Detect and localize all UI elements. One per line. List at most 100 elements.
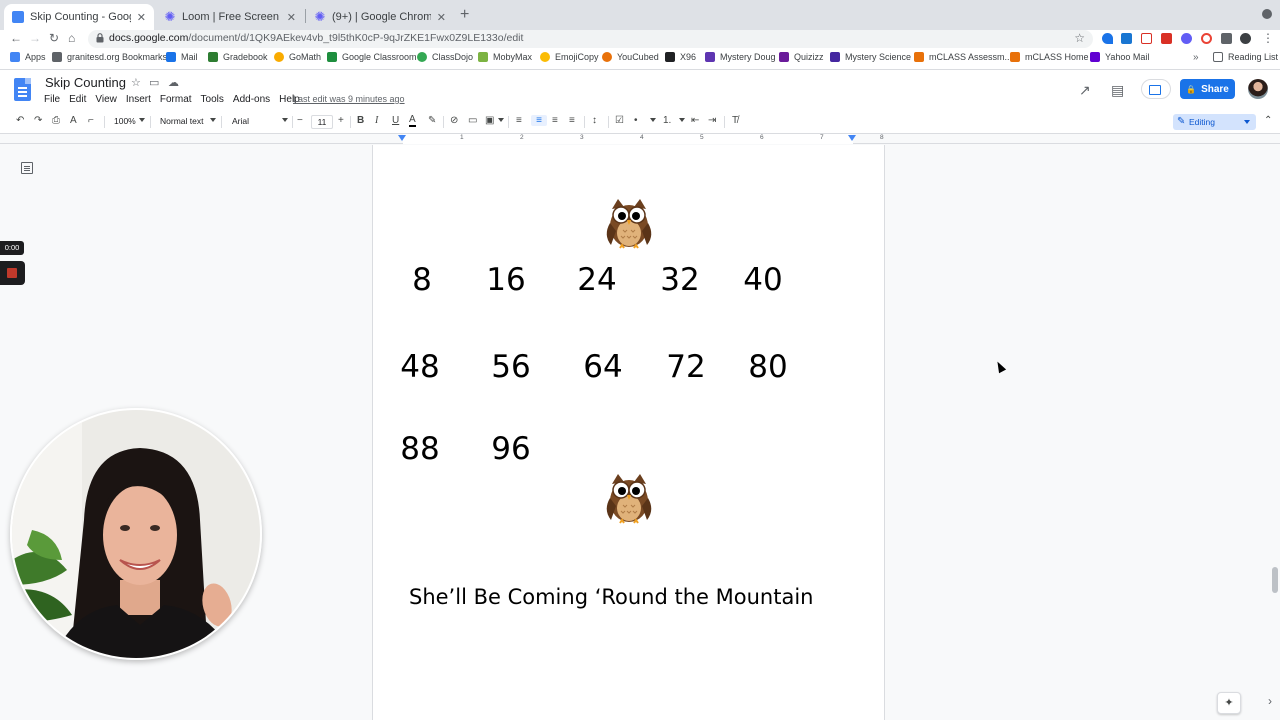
bookmark-mobymax[interactable]: MobyMax bbox=[478, 52, 532, 62]
bookmark-mystery-science[interactable]: Mystery Science bbox=[830, 52, 911, 62]
document-page[interactable]: 8 16 24 32 40 48 56 64 72 80 88 96 She’l… bbox=[373, 145, 884, 720]
bookmark-x96[interactable]: X96 bbox=[665, 52, 696, 62]
menu-view[interactable]: View bbox=[95, 94, 117, 105]
more-bookmarks-chevron-icon[interactable]: » bbox=[1193, 52, 1199, 63]
decrease-font-size-icon[interactable]: − bbox=[297, 115, 303, 126]
bookmark-yahoo-mail[interactable]: Yahoo Mail bbox=[1090, 52, 1149, 62]
collapse-menus-chevron-icon[interactable]: ⌃ bbox=[1264, 115, 1272, 126]
tab-search-icon[interactable] bbox=[1262, 9, 1272, 19]
omnibox[interactable]: docs.google.com/document/d/1QK9AEkev4vb_… bbox=[88, 30, 1093, 48]
bookmark-quizizz[interactable]: Quizizz bbox=[779, 52, 824, 62]
bookmark-star-icon[interactable]: ☆ bbox=[1074, 31, 1085, 45]
spellcheck-icon[interactable]: A bbox=[70, 115, 77, 126]
bookmark-apps[interactable]: Apps bbox=[10, 52, 46, 62]
undo-icon[interactable]: ↶ bbox=[16, 115, 24, 126]
highlight-color-icon[interactable]: ✎ bbox=[428, 115, 436, 126]
extension-screencast-icon[interactable] bbox=[1121, 33, 1132, 44]
forward-icon[interactable]: → bbox=[29, 31, 41, 45]
bookmark-mclass-home[interactable]: mCLASS Home bbox=[1010, 52, 1089, 62]
increase-font-size-icon[interactable]: + bbox=[338, 115, 344, 126]
left-indent-marker[interactable] bbox=[398, 135, 406, 141]
right-indent-marker[interactable] bbox=[848, 135, 856, 141]
decrease-indent-icon[interactable]: ⇤ bbox=[691, 115, 699, 126]
tab-chrome-loom[interactable]: ✺ (9+) | Google Chrome - Skip C ✕ bbox=[306, 4, 454, 30]
star-icon[interactable]: ☆ bbox=[131, 76, 141, 89]
align-center-icon[interactable]: ≡ bbox=[531, 115, 547, 126]
redo-icon[interactable]: ↷ bbox=[34, 115, 42, 126]
close-tab-icon[interactable]: ✕ bbox=[287, 11, 296, 24]
underline-icon[interactable]: U bbox=[392, 115, 399, 126]
back-icon[interactable]: ← bbox=[10, 31, 22, 45]
extension-red-icon[interactable] bbox=[1161, 33, 1172, 44]
close-tab-icon[interactable]: ✕ bbox=[437, 11, 446, 24]
menu-tools[interactable]: Tools bbox=[201, 94, 224, 105]
stop-recording-button[interactable] bbox=[0, 261, 25, 285]
home-icon[interactable]: ⌂ bbox=[68, 31, 75, 45]
font-size-input[interactable]: 11 bbox=[311, 115, 333, 129]
numbered-list-icon[interactable]: 1. bbox=[663, 115, 671, 126]
font-select[interactable]: Arial bbox=[232, 116, 249, 126]
menu-format[interactable]: Format bbox=[160, 94, 192, 105]
comments-icon[interactable]: ▤ bbox=[1111, 82, 1124, 99]
bookmark-google-classroom[interactable]: Google Classroom bbox=[327, 52, 417, 62]
italic-icon[interactable]: I bbox=[375, 115, 378, 126]
side-panel-chevron-icon[interactable]: › bbox=[1268, 694, 1272, 708]
account-avatar[interactable] bbox=[1248, 79, 1268, 99]
paragraph-style-select[interactable]: Normal text bbox=[160, 116, 203, 126]
extension-screenshot-icon[interactable] bbox=[1201, 33, 1212, 44]
new-tab-icon[interactable]: + bbox=[460, 6, 469, 24]
editing-mode-select[interactable]: Editing bbox=[1173, 114, 1256, 130]
bookmark-mail[interactable]: Mail bbox=[166, 52, 198, 62]
clear-formatting-icon[interactable]: T̸ bbox=[732, 115, 738, 126]
insert-link-icon[interactable]: ⊘ bbox=[450, 115, 458, 126]
bold-icon[interactable]: B bbox=[357, 115, 364, 126]
bookmark-youcubed[interactable]: YouCubed bbox=[602, 52, 659, 62]
menu-edit[interactable]: Edit bbox=[69, 94, 86, 105]
bulleted-list-icon[interactable]: • bbox=[634, 115, 638, 126]
cloud-saved-icon[interactable]: ☁ bbox=[168, 76, 179, 89]
menu-add-ons[interactable]: Add-ons bbox=[233, 94, 270, 105]
bookmark-gomath[interactable]: GoMath bbox=[274, 52, 321, 62]
bookmark-mclass-assessment[interactable]: mCLASS Assessm... bbox=[914, 52, 1012, 62]
move-folder-icon[interactable]: ▭ bbox=[149, 76, 159, 89]
bookmark-classdojo[interactable]: ClassDojo bbox=[417, 52, 473, 62]
activity-trend-icon[interactable]: ↗ bbox=[1079, 82, 1091, 99]
document-title[interactable]: Skip Counting bbox=[45, 75, 126, 90]
print-icon[interactable]: ⎙ bbox=[52, 115, 60, 126]
increase-indent-icon[interactable]: ⇥ bbox=[708, 115, 716, 126]
checklist-icon[interactable]: ☑ bbox=[615, 115, 624, 126]
tab-skip-counting[interactable]: Skip Counting - Google Docs ✕ bbox=[4, 4, 154, 30]
present-button[interactable] bbox=[1141, 79, 1171, 99]
bookmark-mystery-doug[interactable]: Mystery Doug bbox=[705, 52, 776, 62]
close-tab-icon[interactable]: ✕ bbox=[137, 11, 146, 24]
zoom-select[interactable]: 100% bbox=[114, 116, 136, 126]
chrome-menu-icon[interactable]: ⋮ bbox=[1262, 31, 1274, 45]
reload-icon[interactable]: ↻ bbox=[49, 31, 59, 45]
text-color-icon[interactable]: A bbox=[409, 115, 416, 127]
reading-list-button[interactable]: Reading List bbox=[1213, 52, 1278, 62]
bookmark-granitesd[interactable]: granitesd.org Bookmarks bbox=[52, 52, 167, 62]
justify-icon[interactable]: ≡ bbox=[569, 115, 575, 126]
paint-format-icon[interactable]: ⌐ bbox=[88, 115, 94, 126]
google-docs-logo-icon[interactable] bbox=[14, 78, 31, 101]
bookmark-gradebook[interactable]: Gradebook bbox=[208, 52, 268, 62]
menu-insert[interactable]: Insert bbox=[126, 94, 151, 105]
explore-icon[interactable]: ✦ bbox=[1217, 692, 1241, 714]
profile-avatar-icon[interactable] bbox=[1240, 33, 1251, 44]
extensions-puzzle-icon[interactable] bbox=[1221, 33, 1232, 44]
vertical-scrollbar-thumb[interactable] bbox=[1272, 567, 1278, 593]
extension-loom-icon[interactable] bbox=[1181, 33, 1192, 44]
share-button[interactable]: 🔒 Share bbox=[1180, 79, 1235, 99]
extension-tp-icon[interactable] bbox=[1141, 33, 1152, 44]
menu-file[interactable]: File bbox=[44, 94, 60, 105]
last-edit-link[interactable]: Last edit was 9 minutes ago bbox=[293, 94, 405, 104]
bookmark-emojicopy[interactable]: EmojiCopy bbox=[540, 52, 599, 62]
extension-feedback-icon[interactable] bbox=[1102, 33, 1113, 44]
webcam-bubble[interactable] bbox=[10, 408, 262, 660]
tab-loom[interactable]: ✺ Loom | Free Screen & Video Re ✕ bbox=[156, 4, 304, 30]
line-spacing-icon[interactable]: ↕ bbox=[592, 115, 597, 126]
add-comment-icon[interactable]: ▭ bbox=[468, 115, 477, 126]
align-right-icon[interactable]: ≡ bbox=[552, 115, 558, 126]
align-left-icon[interactable]: ≡ bbox=[516, 115, 522, 126]
document-outline-icon[interactable] bbox=[21, 162, 33, 174]
